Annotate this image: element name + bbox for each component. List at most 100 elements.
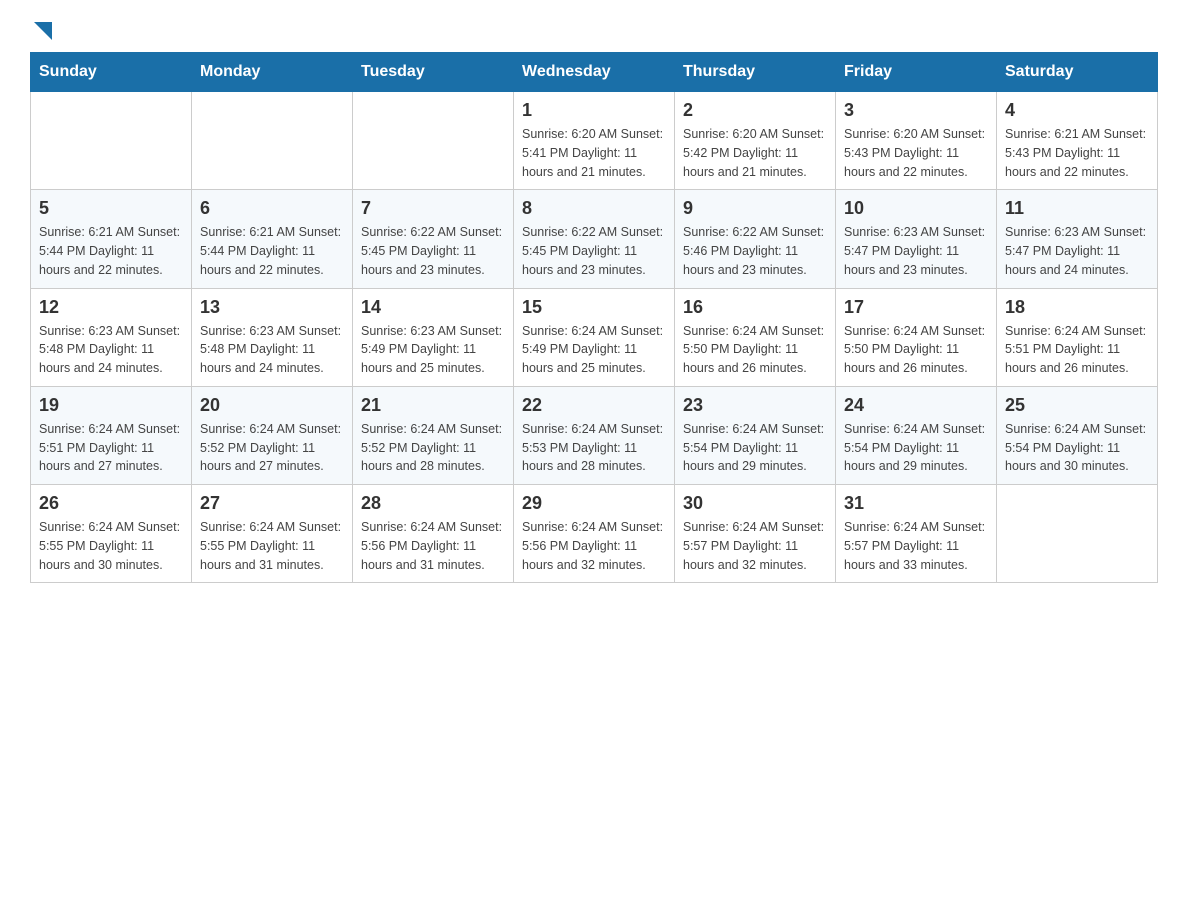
calendar-cell: 6Sunrise: 6:21 AM Sunset: 5:44 PM Daylig… — [192, 190, 353, 288]
day-number: 27 — [200, 493, 344, 514]
day-number: 16 — [683, 297, 827, 318]
calendar-cell: 1 Sunrise: 6:20 AM Sunset: 5:41 PM Daylig… — [514, 92, 675, 190]
day-number: 12 — [39, 297, 183, 318]
calendar-cell: 7 Sunrise: 6:22 AM Sunset: 5:45 PM Daylig… — [353, 190, 514, 288]
calendar-cell: 26 Sunrise: 6:24 AM Sunset: 5:55 PM Dayli… — [31, 485, 192, 583]
calendar-cell: 22 Sunrise: 6:24 AM Sunset: 5:53 PM Dayli… — [514, 386, 675, 484]
calendar-cell: 16 Sunrise: 6:24 AM Sunset: 5:50 PM Dayli… — [675, 288, 836, 386]
calendar-cell: 5 Sunrise: 6:21 AM Sunset: 5:44 PM Daylig… — [31, 190, 192, 288]
calendar-cell: 29 Sunrise: 6:24 AM Sunset: 5:56 PM Dayli… — [514, 485, 675, 583]
page-header — [30, 20, 1158, 42]
day-info: Sunrise: 6:24 AM Sunset: 5:57 PM Dayligh… — [683, 518, 827, 574]
day-info: Sunrise: 6:24 AM Sunset: 5:54 PM Dayligh… — [1005, 420, 1149, 476]
day-number: 11 — [1005, 198, 1149, 219]
calendar-cell: 17Sunrise: 6:24 AM Sunset: 5:50 PM Dayli… — [836, 288, 997, 386]
day-number: 28 — [361, 493, 505, 514]
calendar-cell: 9 Sunrise: 6:22 AM Sunset: 5:46 PM Daylig… — [675, 190, 836, 288]
calendar-cell: 24 Sunrise: 6:24 AM Sunset: 5:54 PM Dayli… — [836, 386, 997, 484]
day-info: Sunrise: 6:23 AM Sunset: 5:48 PM Dayligh… — [39, 322, 183, 378]
day-number: 18 — [1005, 297, 1149, 318]
day-number: 5 — [39, 198, 183, 219]
day-number: 10 — [844, 198, 988, 219]
day-info: Sunrise: 6:20 AM Sunset: 5:42 PM Dayligh… — [683, 125, 827, 181]
calendar-cell: 13 Sunrise: 6:23 AM Sunset: 5:48 PM Dayli… — [192, 288, 353, 386]
calendar-cell: 11Sunrise: 6:23 AM Sunset: 5:47 PM Dayli… — [997, 190, 1158, 288]
week-row-2: 5 Sunrise: 6:21 AM Sunset: 5:44 PM Daylig… — [31, 190, 1158, 288]
day-info: Sunrise: 6:24 AM Sunset: 5:57 PM Dayligh… — [844, 518, 988, 574]
column-header-thursday: Thursday — [675, 53, 836, 92]
day-number: 22 — [522, 395, 666, 416]
day-info: Sunrise: 6:24 AM Sunset: 5:54 PM Dayligh… — [844, 420, 988, 476]
day-number: 30 — [683, 493, 827, 514]
calendar-cell: 15 Sunrise: 6:24 AM Sunset: 5:49 PM Dayli… — [514, 288, 675, 386]
week-row-5: 26 Sunrise: 6:24 AM Sunset: 5:55 PM Dayli… — [31, 485, 1158, 583]
calendar-cell: 14 Sunrise: 6:23 AM Sunset: 5:49 PM Dayli… — [353, 288, 514, 386]
week-row-1: 1 Sunrise: 6:20 AM Sunset: 5:41 PM Daylig… — [31, 92, 1158, 190]
day-info: Sunrise: 6:24 AM Sunset: 5:55 PM Dayligh… — [39, 518, 183, 574]
day-info: Sunrise: 6:21 AM Sunset: 5:44 PM Dayligh… — [200, 223, 344, 279]
column-header-sunday: Sunday — [31, 53, 192, 92]
day-number: 26 — [39, 493, 183, 514]
logo-icon — [30, 20, 54, 42]
day-number: 7 — [361, 198, 505, 219]
day-info: Sunrise: 6:24 AM Sunset: 5:49 PM Dayligh… — [522, 322, 666, 378]
day-info: Sunrise: 6:24 AM Sunset: 5:55 PM Dayligh… — [200, 518, 344, 574]
day-number: 23 — [683, 395, 827, 416]
day-info: Sunrise: 6:23 AM Sunset: 5:48 PM Dayligh… — [200, 322, 344, 378]
day-number: 14 — [361, 297, 505, 318]
day-info: Sunrise: 6:22 AM Sunset: 5:46 PM Dayligh… — [683, 223, 827, 279]
day-info: Sunrise: 6:24 AM Sunset: 5:53 PM Dayligh… — [522, 420, 666, 476]
calendar-cell: 20Sunrise: 6:24 AM Sunset: 5:52 PM Dayli… — [192, 386, 353, 484]
column-header-tuesday: Tuesday — [353, 53, 514, 92]
calendar-cell — [31, 92, 192, 190]
calendar-cell: 19 Sunrise: 6:24 AM Sunset: 5:51 PM Dayli… — [31, 386, 192, 484]
calendar-cell: 21 Sunrise: 6:24 AM Sunset: 5:52 PM Dayli… — [353, 386, 514, 484]
calendar-cell: 18 Sunrise: 6:24 AM Sunset: 5:51 PM Dayli… — [997, 288, 1158, 386]
day-number: 9 — [683, 198, 827, 219]
calendar-cell: 12 Sunrise: 6:23 AM Sunset: 5:48 PM Dayli… — [31, 288, 192, 386]
calendar-cell: 31Sunrise: 6:24 AM Sunset: 5:57 PM Dayli… — [836, 485, 997, 583]
column-header-wednesday: Wednesday — [514, 53, 675, 92]
day-info: Sunrise: 6:24 AM Sunset: 5:52 PM Dayligh… — [361, 420, 505, 476]
day-number: 25 — [1005, 395, 1149, 416]
week-row-3: 12 Sunrise: 6:23 AM Sunset: 5:48 PM Dayli… — [31, 288, 1158, 386]
calendar-cell: 2 Sunrise: 6:20 AM Sunset: 5:42 PM Daylig… — [675, 92, 836, 190]
day-number: 15 — [522, 297, 666, 318]
day-number: 2 — [683, 100, 827, 121]
day-info: Sunrise: 6:24 AM Sunset: 5:56 PM Dayligh… — [522, 518, 666, 574]
day-number: 20 — [200, 395, 344, 416]
day-info: Sunrise: 6:24 AM Sunset: 5:50 PM Dayligh… — [683, 322, 827, 378]
day-info: Sunrise: 6:23 AM Sunset: 5:49 PM Dayligh… — [361, 322, 505, 378]
day-number: 24 — [844, 395, 988, 416]
calendar-cell: 8Sunrise: 6:22 AM Sunset: 5:45 PM Daylig… — [514, 190, 675, 288]
day-info: Sunrise: 6:21 AM Sunset: 5:43 PM Dayligh… — [1005, 125, 1149, 181]
day-number: 29 — [522, 493, 666, 514]
day-info: Sunrise: 6:24 AM Sunset: 5:50 PM Dayligh… — [844, 322, 988, 378]
calendar-cell: 25 Sunrise: 6:24 AM Sunset: 5:54 PM Dayli… — [997, 386, 1158, 484]
day-info: Sunrise: 6:20 AM Sunset: 5:41 PM Dayligh… — [522, 125, 666, 181]
day-number: 4 — [1005, 100, 1149, 121]
day-number: 3 — [844, 100, 988, 121]
day-number: 1 — [522, 100, 666, 121]
day-info: Sunrise: 6:24 AM Sunset: 5:56 PM Dayligh… — [361, 518, 505, 574]
day-number: 21 — [361, 395, 505, 416]
calendar-cell: 23 Sunrise: 6:24 AM Sunset: 5:54 PM Dayli… — [675, 386, 836, 484]
calendar-cell — [997, 485, 1158, 583]
day-number: 13 — [200, 297, 344, 318]
column-header-friday: Friday — [836, 53, 997, 92]
calendar-cell: 30 Sunrise: 6:24 AM Sunset: 5:57 PM Dayli… — [675, 485, 836, 583]
calendar-cell — [353, 92, 514, 190]
day-info: Sunrise: 6:21 AM Sunset: 5:44 PM Dayligh… — [39, 223, 183, 279]
day-info: Sunrise: 6:22 AM Sunset: 5:45 PM Dayligh… — [522, 223, 666, 279]
calendar-table: SundayMondayTuesdayWednesdayThursdayFrid… — [30, 52, 1158, 583]
week-row-4: 19 Sunrise: 6:24 AM Sunset: 5:51 PM Dayli… — [31, 386, 1158, 484]
day-info: Sunrise: 6:22 AM Sunset: 5:45 PM Dayligh… — [361, 223, 505, 279]
day-number: 19 — [39, 395, 183, 416]
day-info: Sunrise: 6:20 AM Sunset: 5:43 PM Dayligh… — [844, 125, 988, 181]
calendar-body: 1 Sunrise: 6:20 AM Sunset: 5:41 PM Daylig… — [31, 92, 1158, 583]
calendar-header: SundayMondayTuesdayWednesdayThursdayFrid… — [31, 53, 1158, 92]
day-info: Sunrise: 6:24 AM Sunset: 5:51 PM Dayligh… — [1005, 322, 1149, 378]
day-info: Sunrise: 6:24 AM Sunset: 5:54 PM Dayligh… — [683, 420, 827, 476]
column-header-monday: Monday — [192, 53, 353, 92]
day-info: Sunrise: 6:24 AM Sunset: 5:51 PM Dayligh… — [39, 420, 183, 476]
